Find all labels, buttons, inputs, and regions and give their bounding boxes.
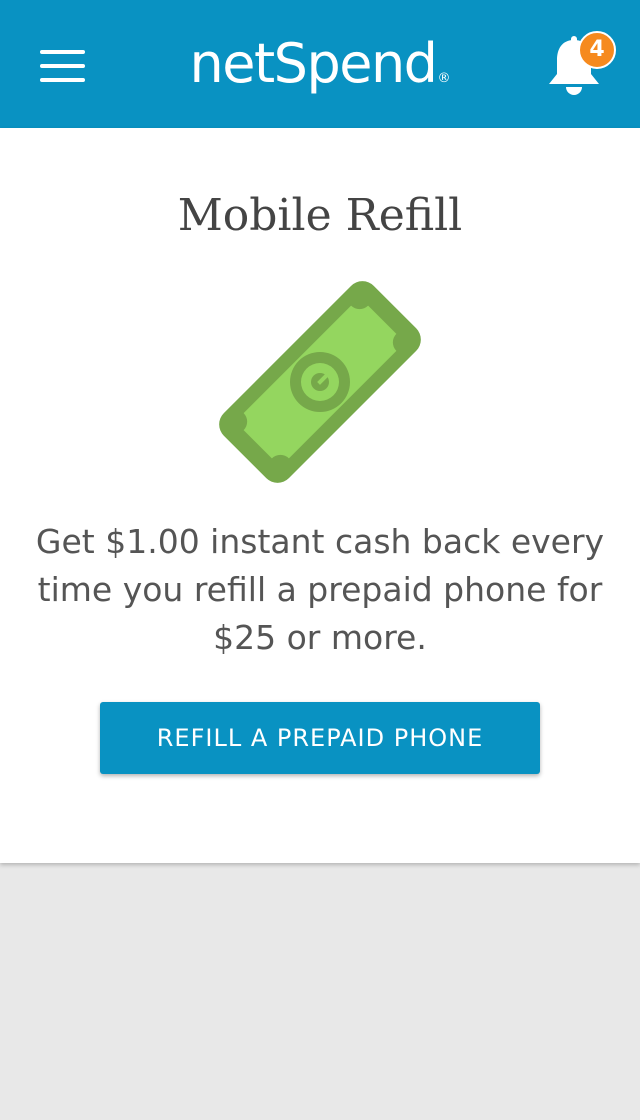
notifications-button[interactable]: 4 [540, 28, 620, 98]
notification-badge: 4 [578, 31, 616, 69]
refill-prepaid-phone-button[interactable]: REFILL A PREPAID PHONE [100, 702, 540, 774]
netspend-logo: netSpend® [170, 24, 470, 104]
registered-mark: ® [437, 71, 451, 86]
logo-text: netSpend [189, 32, 438, 95]
mobile-refill-card: Mobile Refill Get $1.00 instant cash bac… [0, 128, 640, 863]
app-header: netSpend® 4 [0, 0, 640, 128]
page-title: Mobile Refill [177, 190, 463, 241]
dollar-bill-icon [219, 281, 421, 483]
cashback-description: Get $1.00 instant cash back every time y… [35, 522, 605, 657]
hamburger-menu-icon[interactable] [40, 50, 86, 82]
